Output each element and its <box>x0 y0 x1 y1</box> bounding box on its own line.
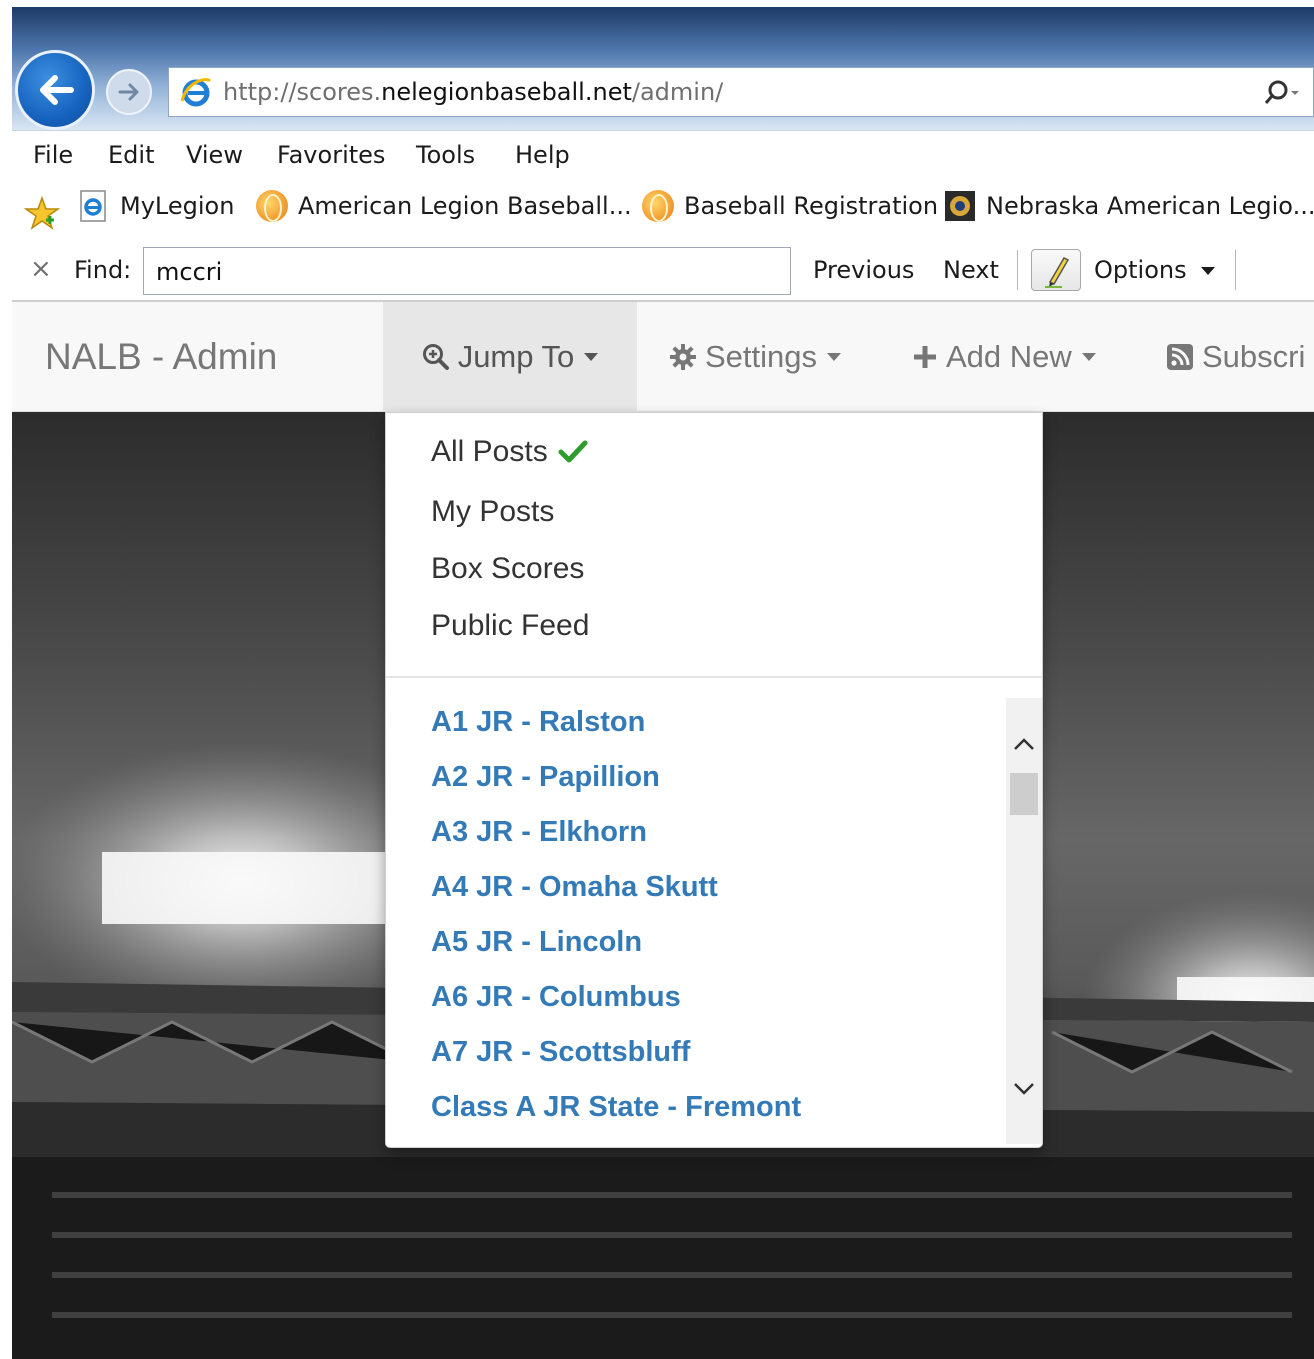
feed-link[interactable]: A1 JR - Ralston <box>431 706 645 739</box>
subscribe-menu[interactable]: Subscri <box>1166 302 1305 412</box>
url-text[interactable]: http://scores.nelegionbaseball.net/admin… <box>223 78 723 106</box>
find-bar: × Find: mccri Previous Next Options <box>12 236 1314 302</box>
search-icon[interactable] <box>1263 78 1299 108</box>
favorite-baseball-registration[interactable]: Baseball Registration <box>642 188 938 224</box>
feed-link[interactable]: A7 JR - Scottsbluff <box>431 1036 690 1069</box>
legion-emblem-icon <box>945 191 975 221</box>
chevron-down-icon <box>584 353 599 361</box>
back-arrow-icon <box>40 75 74 105</box>
feed-list: A1 JR - Ralston A2 JR - Papillion A3 JR … <box>386 696 1006 1144</box>
globe-icon <box>642 190 674 222</box>
globe-icon <box>256 190 288 222</box>
zoom-in-icon <box>422 344 449 370</box>
favorite-label: American Legion Baseball... <box>298 192 632 220</box>
feed-link[interactable]: A4 JR - Omaha Skutt <box>431 871 718 904</box>
menu-help[interactable]: Help <box>515 141 570 169</box>
plus-icon <box>914 346 936 368</box>
divider <box>1235 250 1236 290</box>
dropdown-item-label: All Posts <box>431 435 548 468</box>
feed-link[interactable]: A6 JR - Columbus <box>431 981 681 1014</box>
feed-link[interactable]: Class A JR State - Fremont <box>431 1091 801 1124</box>
chevron-down-icon[interactable] <box>1012 1077 1036 1101</box>
find-options-button[interactable]: Options <box>1094 256 1215 284</box>
dropdown-divider <box>386 676 1042 678</box>
chevron-down-icon <box>1200 267 1215 275</box>
feed-link[interactable]: A3 JR - Elkhorn <box>431 816 647 849</box>
dropdown-item-box-scores[interactable]: Box Scores <box>431 552 584 586</box>
forward-arrow-icon <box>118 83 139 101</box>
dropdown-item-label: Public Feed <box>431 609 590 642</box>
highlight-pen-button[interactable] <box>1031 249 1081 291</box>
rss-icon <box>1167 344 1193 370</box>
find-label: Find: <box>74 256 132 284</box>
dropdown-item-my-posts[interactable]: My Posts <box>431 495 554 529</box>
dropdown-item-all-posts[interactable]: All Posts <box>431 435 588 469</box>
dropdown-item-label: Box Scores <box>431 552 585 585</box>
feed-link[interactable]: A2 JR - Papillion <box>431 761 660 794</box>
feed-link[interactable]: A5 JR - Lincoln <box>431 926 642 959</box>
dropdown-item-label: My Posts <box>431 495 555 528</box>
menu-favorites[interactable]: Favorites <box>277 141 385 169</box>
favorite-label: Nebraska American Legio... <box>986 192 1314 220</box>
url-bar[interactable]: http://scores.nelegionbaseball.net/admin… <box>168 67 1314 117</box>
menu-view[interactable]: View <box>186 141 243 169</box>
divider <box>1017 250 1018 290</box>
chevron-up-icon[interactable] <box>1012 732 1036 756</box>
dropdown-item-public-feed[interactable]: Public Feed <box>431 609 589 643</box>
gear-icon <box>670 344 696 370</box>
browser-window: http://scores.nelegionbaseball.net/admin… <box>12 7 1314 1359</box>
jump-to-dropdown: All Posts My Posts Box Scores Public Fee… <box>385 412 1043 1148</box>
nav-label: Subscri <box>1202 339 1306 374</box>
add-new-menu[interactable]: Add New <box>912 302 1096 412</box>
favorites-star-icon[interactable] <box>24 196 60 230</box>
forward-button[interactable] <box>106 69 152 115</box>
ie-page-icon <box>80 190 106 222</box>
favorite-nebraska-american-legion[interactable]: Nebraska American Legio... <box>944 188 1314 224</box>
menu-bar: File Edit View Favorites Tools Help <box>12 130 1314 176</box>
scrollbar-thumb[interactable] <box>1010 773 1038 815</box>
favorite-label: Baseball Registration <box>684 192 939 220</box>
favorite-label: MyLegion <box>120 192 235 220</box>
checkmark-icon <box>558 440 588 463</box>
find-previous-button[interactable]: Previous <box>813 256 914 284</box>
jump-to-menu[interactable]: Jump To <box>383 302 637 412</box>
nav-label: Jump To <box>457 339 575 374</box>
pen-icon <box>1045 257 1070 288</box>
site-brand[interactable]: NALB - Admin <box>45 336 277 378</box>
back-button[interactable] <box>15 50 95 130</box>
favorites-bar: MyLegion American Legion Baseball... Bas… <box>12 176 1314 236</box>
favorite-mylegion[interactable]: MyLegion <box>78 188 234 224</box>
menu-file[interactable]: File <box>33 141 73 169</box>
settings-menu[interactable]: Settings <box>669 302 842 412</box>
close-find-icon[interactable]: × <box>30 254 52 284</box>
address-bar-area: http://scores.nelegionbaseball.net/admin… <box>12 7 1314 130</box>
menu-edit[interactable]: Edit <box>108 141 154 169</box>
menu-tools[interactable]: Tools <box>416 141 475 169</box>
find-next-button[interactable]: Next <box>943 256 999 284</box>
chevron-down-icon <box>1081 353 1096 361</box>
nav-label: Settings <box>705 339 818 374</box>
site-navbar: NALB - Admin Jump To Settings Add New Su… <box>12 302 1314 412</box>
chevron-down-icon <box>827 353 842 361</box>
nav-label: Add New <box>946 339 1072 374</box>
favorite-american-legion-baseball[interactable]: American Legion Baseball... <box>256 188 632 224</box>
feed-list-scrollbar[interactable] <box>1006 698 1042 1144</box>
ie-logo-icon <box>180 78 212 107</box>
find-input[interactable]: mccri <box>143 247 791 295</box>
